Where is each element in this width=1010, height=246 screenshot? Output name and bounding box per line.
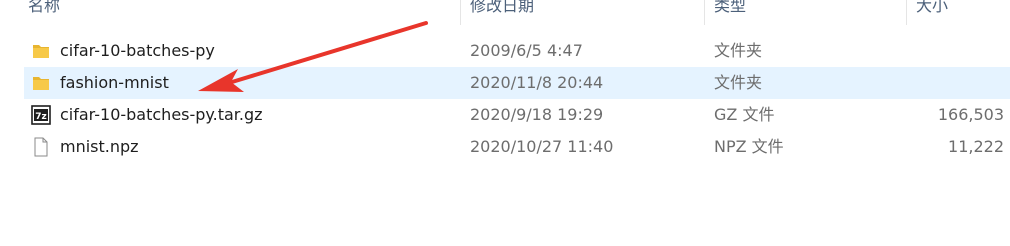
folder-icon bbox=[33, 77, 49, 90]
file-type: GZ 文件 bbox=[714, 105, 775, 124]
file-size: 11,222 bbox=[948, 137, 1004, 156]
file-date: 2020/10/27 11:40 bbox=[470, 137, 614, 156]
file-type: NPZ 文件 bbox=[714, 137, 784, 156]
file-row-selected[interactable]: fashion-mnist 2020/11/8 20:44 文件夹 bbox=[24, 67, 1010, 99]
file-name: mnist.npz bbox=[60, 137, 139, 156]
file-list-view: 名称 修改日期 类型 大小 cifar-10-batches-py 2009/6… bbox=[0, 0, 1010, 246]
file-name: fashion-mnist bbox=[60, 73, 169, 92]
file-name: cifar-10-batches-py bbox=[60, 41, 215, 60]
column-header-type[interactable]: 类型 bbox=[714, 0, 746, 19]
file-icon bbox=[34, 137, 48, 157]
file-type: 文件夹 bbox=[714, 41, 763, 60]
column-header-date[interactable]: 修改日期 bbox=[470, 0, 534, 19]
column-divider[interactable] bbox=[906, 0, 907, 25]
file-type: 文件夹 bbox=[714, 73, 763, 92]
file-row[interactable]: mnist.npz 2020/10/27 11:40 NPZ 文件 11,222 bbox=[24, 131, 1010, 163]
column-header-bar: 名称 修改日期 类型 大小 bbox=[0, 0, 1010, 26]
file-date: 2020/9/18 19:29 bbox=[470, 105, 604, 124]
file-rows: cifar-10-batches-py 2009/6/5 4:47 文件夹 fa… bbox=[24, 35, 1010, 163]
column-header-name[interactable]: 名称 bbox=[28, 0, 60, 19]
file-date: 2020/11/8 20:44 bbox=[470, 73, 604, 92]
file-row[interactable]: cifar-10-batches-py 2009/6/5 4:47 文件夹 bbox=[24, 35, 1010, 67]
column-divider[interactable] bbox=[704, 0, 705, 25]
column-divider[interactable] bbox=[460, 0, 461, 25]
7z-archive-icon: 7z bbox=[31, 105, 51, 125]
svg-text:7z: 7z bbox=[35, 112, 47, 122]
folder-icon bbox=[33, 45, 49, 58]
column-header-size[interactable]: 大小 bbox=[916, 0, 948, 19]
file-size: 166,503 bbox=[937, 105, 1004, 124]
file-date: 2009/6/5 4:47 bbox=[470, 41, 583, 60]
file-name: cifar-10-batches-py.tar.gz bbox=[60, 105, 263, 124]
file-row[interactable]: 7z cifar-10-batches-py.tar.gz 2020/9/18 … bbox=[24, 99, 1010, 131]
